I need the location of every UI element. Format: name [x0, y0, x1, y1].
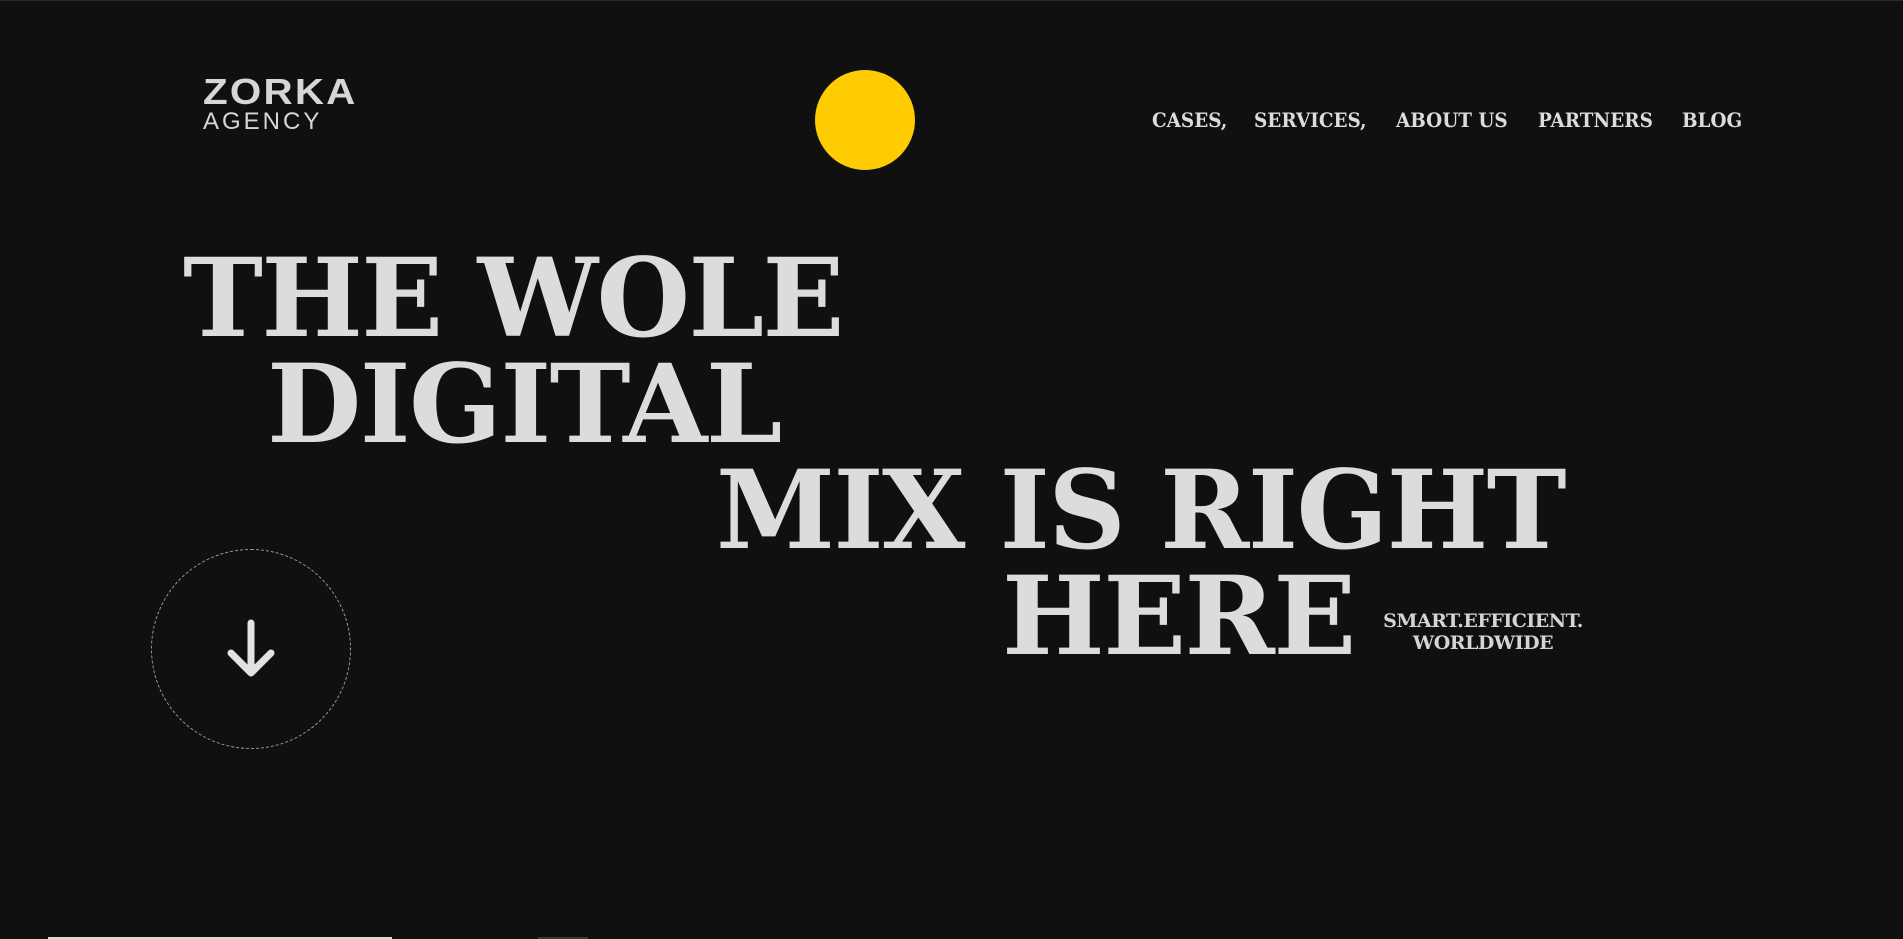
- hero-line-4: HERE: [1002, 552, 1356, 681]
- nav-item-cases[interactable]: CASES,: [1152, 108, 1227, 132]
- main-nav: CASES, SERVICES, ABOUT US PARTNERS BLOG: [1152, 108, 1748, 132]
- hero-tagline: SMART.EFFICIENT. WORLDWIDE: [1383, 610, 1583, 654]
- hero-line-1: THE WOLE: [183, 234, 844, 363]
- nav-item-about-us[interactable]: ABOUT US: [1396, 108, 1508, 132]
- nav-item-blog[interactable]: BLOG: [1682, 108, 1742, 132]
- tagline-line-2: WORLDWIDE: [1412, 632, 1554, 654]
- top-border: [0, 0, 1903, 1]
- nav-item-services[interactable]: SERVICES,: [1254, 108, 1367, 132]
- nav-item-partners[interactable]: PARTNERS: [1538, 108, 1653, 132]
- tagline-line-1: SMART.EFFICIENT.: [1383, 610, 1583, 632]
- hero-line-2: DIGITAL: [267, 340, 782, 469]
- yellow-circle-decoration: [815, 70, 915, 170]
- arrow-down-icon: [227, 619, 275, 677]
- logo-subtitle: AGENCY: [203, 108, 323, 135]
- hero-line-3: MIX IS RIGHT: [716, 446, 1567, 575]
- logo[interactable]: ZORKA AGENCY: [203, 74, 355, 135]
- logo-brand: ZORKA: [203, 71, 358, 112]
- scroll-down-button[interactable]: [151, 549, 351, 749]
